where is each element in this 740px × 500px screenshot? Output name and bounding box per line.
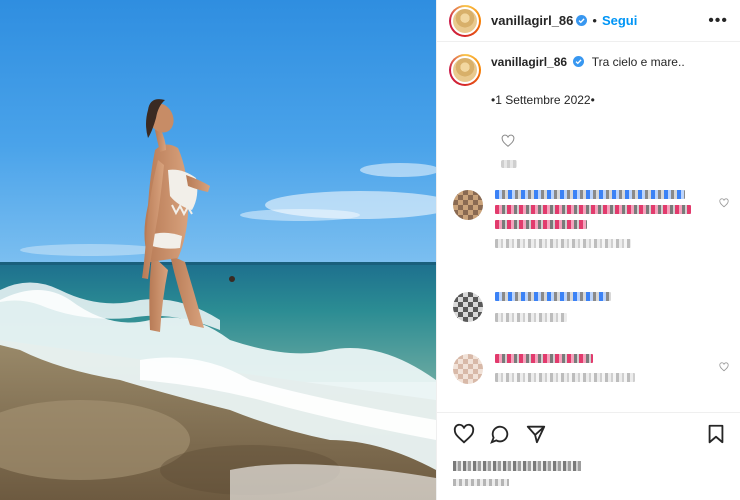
- avatar-image: [451, 6, 479, 35]
- comment-item: [437, 354, 740, 400]
- beach-photo-image: [0, 0, 436, 500]
- comments-list: [437, 190, 740, 400]
- caption-like-row: [437, 108, 740, 148]
- bookmark-icon[interactable]: [705, 423, 727, 445]
- share-icon[interactable]: [525, 423, 547, 445]
- verified-badge-icon: [576, 15, 588, 26]
- likes-count-blurred: [453, 461, 581, 471]
- caption-heart-icon[interactable]: [501, 134, 515, 148]
- caption-time-blurred: [501, 160, 517, 168]
- comment-item: [437, 190, 740, 252]
- comment-heart-icon[interactable]: [719, 198, 729, 208]
- avatar-image: [451, 56, 479, 84]
- comment-icon[interactable]: [489, 423, 511, 445]
- heart-icon[interactable]: [453, 423, 475, 445]
- comment-avatar[interactable]: [453, 292, 483, 322]
- caption-body: vanillagirl_86 Tra cielo e mare.. •1 Set…: [491, 54, 685, 108]
- comment-item: [437, 292, 740, 352]
- comment-heart-icon[interactable]: [719, 362, 729, 372]
- more-options-icon[interactable]: •••: [708, 12, 728, 29]
- post-time-blurred: [453, 479, 509, 486]
- instagram-post: vanillagirl_86 • Segui ••• vanillagirl_8…: [0, 0, 740, 500]
- comment-text-blurred: [495, 354, 635, 400]
- post-actions-area: [437, 412, 740, 486]
- caption-username[interactable]: vanillagirl_86: [491, 55, 567, 69]
- author-avatar[interactable]: [449, 4, 481, 37]
- separator-dot: •: [592, 13, 597, 28]
- action-bar: [437, 413, 740, 445]
- post-photo[interactable]: [0, 0, 436, 500]
- comment-avatar[interactable]: [453, 354, 483, 384]
- comment-text-blurred: [495, 190, 691, 252]
- comment-text-blurred: [495, 292, 611, 352]
- caption-date: •1 Settembre 2022•: [491, 93, 595, 107]
- post-side-panel: vanillagirl_86 • Segui ••• vanillagirl_8…: [436, 0, 740, 500]
- verified-badge-icon: [573, 56, 585, 67]
- comment-avatar[interactable]: [453, 190, 483, 220]
- post-caption: vanillagirl_86 Tra cielo e mare.. •1 Set…: [437, 42, 740, 108]
- author-username[interactable]: vanillagirl_86: [491, 13, 573, 28]
- follow-button[interactable]: Segui: [602, 13, 637, 28]
- post-header: vanillagirl_86 • Segui •••: [437, 0, 740, 42]
- caption-text: Tra cielo e mare..: [591, 55, 685, 69]
- caption-author-avatar[interactable]: [449, 54, 481, 86]
